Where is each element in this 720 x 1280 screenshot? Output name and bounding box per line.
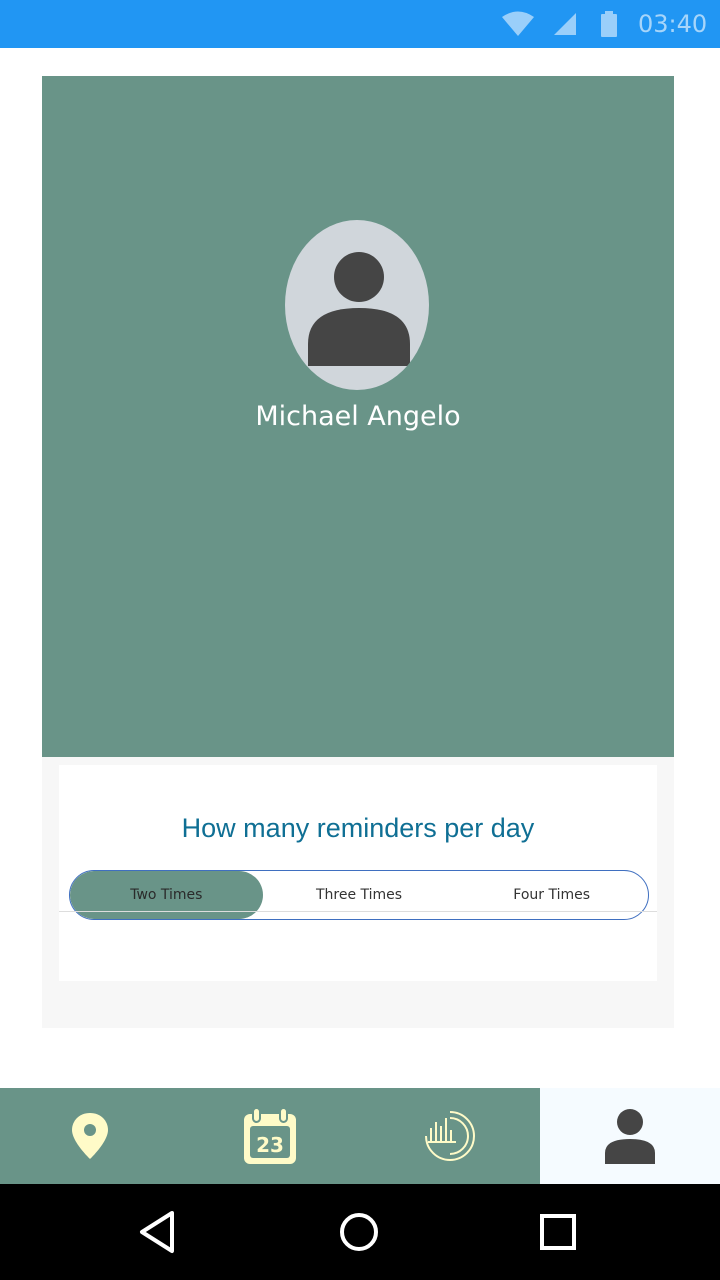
nav-calendar[interactable]: 23: [180, 1088, 360, 1184]
status-bar: 03:40: [0, 0, 720, 48]
status-time: 03:40: [638, 10, 708, 38]
recents-button[interactable]: [510, 1184, 606, 1280]
reminder-section: How many reminders per day Two Times Thr…: [42, 757, 674, 1028]
avatar[interactable]: [285, 220, 429, 390]
stats-icon: [425, 1111, 475, 1161]
calendar-icon: 23: [244, 1107, 296, 1164]
wifi-icon: [500, 0, 540, 48]
profile-card: Michael Angelo: [42, 76, 674, 757]
nav-map[interactable]: [0, 1088, 180, 1184]
back-button[interactable]: [110, 1184, 206, 1280]
nav-stats[interactable]: [360, 1088, 540, 1184]
system-nav-bar: [0, 1184, 720, 1280]
map-pin-icon: [72, 1113, 108, 1159]
calendar-day: 23: [256, 1133, 284, 1157]
profile-name: Michael Angelo: [255, 401, 461, 432]
reminder-title: How many reminders per day: [181, 813, 535, 843]
divider: [59, 911, 657, 912]
back-icon: [140, 1211, 174, 1253]
reminder-frequency-selector: Two Times Three Times Four Times: [69, 870, 649, 920]
bottom-nav: 23: [0, 1088, 720, 1184]
reminder-card: How many reminders per day Two Times Thr…: [59, 765, 657, 981]
profile-icon: [605, 1109, 655, 1164]
person-icon: [308, 252, 410, 366]
nav-profile[interactable]: [540, 1088, 720, 1184]
home-button[interactable]: [311, 1184, 407, 1280]
battery-icon: [600, 0, 624, 48]
recents-icon: [540, 1214, 576, 1250]
signal-icon: [552, 0, 584, 48]
home-icon: [340, 1213, 378, 1251]
